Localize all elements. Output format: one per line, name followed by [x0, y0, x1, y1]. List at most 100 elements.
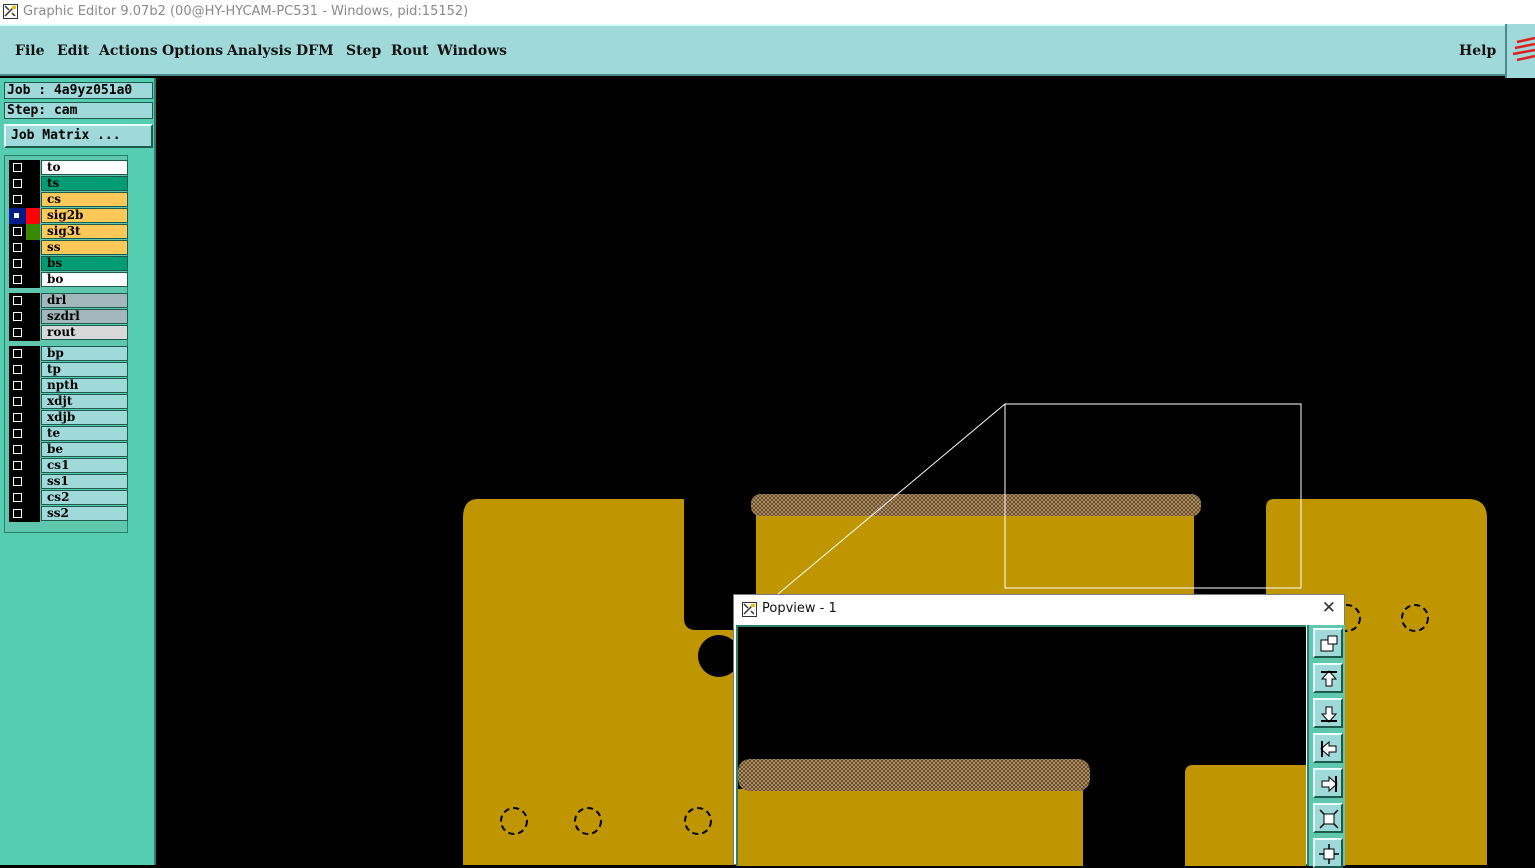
close-icon[interactable]: ✕ — [1322, 599, 1336, 617]
layer-checkbox[interactable] — [9, 474, 26, 490]
layer-row-ss[interactable]: ss — [9, 240, 129, 256]
layer-name[interactable]: bp — [41, 346, 128, 361]
popview-canvas[interactable] — [736, 625, 1306, 866]
layer-row-tp[interactable]: tp — [9, 362, 129, 378]
layer-row-sig2b[interactable]: sig2b — [9, 208, 129, 224]
layer-color-swatch[interactable] — [26, 474, 40, 490]
zoom-in-icon[interactable] — [1313, 803, 1343, 833]
layer-color-swatch[interactable] — [26, 394, 40, 410]
layer-checkbox[interactable] — [9, 325, 26, 341]
layer-row-sig3t[interactable]: sig3t — [9, 224, 129, 240]
layer-name[interactable]: cs — [41, 192, 128, 207]
layer-row-szdrl[interactable]: szdrl — [9, 309, 129, 325]
menu-dfm[interactable]: DFM — [296, 43, 334, 59]
pan-left-icon[interactable] — [1313, 733, 1343, 763]
layer-color-swatch[interactable] — [26, 256, 40, 272]
layer-color-swatch[interactable] — [26, 293, 40, 309]
layer-row-xdjb[interactable]: xdjb — [9, 410, 129, 426]
layer-row-ss2[interactable]: ss2 — [9, 506, 129, 522]
layer-name[interactable]: drl — [41, 293, 128, 308]
zoom-window-icon[interactable] — [1313, 628, 1343, 658]
layer-color-swatch[interactable] — [26, 224, 40, 240]
layer-color-swatch[interactable] — [26, 506, 40, 522]
layer-row-bo[interactable]: bo — [9, 272, 129, 288]
layer-name[interactable]: xdjb — [41, 410, 128, 425]
menu-actions[interactable]: Actions — [99, 43, 158, 59]
layer-name[interactable]: sig2b — [41, 208, 128, 223]
layer-checkbox[interactable] — [9, 176, 26, 192]
layer-name[interactable]: cs1 — [41, 458, 128, 473]
layer-name[interactable]: sig3t — [41, 224, 128, 239]
layer-row-ts[interactable]: ts — [9, 176, 129, 192]
menu-help[interactable]: Help — [1459, 43, 1496, 59]
layer-name[interactable]: bs — [41, 256, 128, 271]
layer-color-swatch[interactable] — [26, 208, 40, 224]
layer-color-swatch[interactable] — [26, 325, 40, 341]
layer-checkbox[interactable] — [9, 192, 26, 208]
layer-name[interactable]: bo — [41, 272, 128, 287]
zoom-out-icon[interactable] — [1313, 838, 1343, 868]
menu-step[interactable]: Step — [346, 43, 381, 59]
layer-color-swatch[interactable] — [26, 378, 40, 394]
layer-name[interactable]: ss — [41, 240, 128, 255]
layer-color-swatch[interactable] — [26, 272, 40, 288]
pan-up-icon[interactable] — [1313, 663, 1343, 693]
layer-color-swatch[interactable] — [26, 410, 40, 426]
layer-color-swatch[interactable] — [26, 362, 40, 378]
layer-row-te[interactable]: te — [9, 426, 129, 442]
layer-name[interactable]: ss2 — [41, 506, 128, 521]
layer-checkbox[interactable] — [9, 458, 26, 474]
layer-name[interactable]: rout — [41, 325, 128, 340]
layer-checkbox[interactable] — [9, 378, 26, 394]
layer-row-cs[interactable]: cs — [9, 192, 129, 208]
layer-checkbox[interactable] — [9, 256, 26, 272]
pan-right-icon[interactable] — [1313, 768, 1343, 798]
layer-row-rout[interactable]: rout — [9, 325, 129, 341]
layer-row-cs1[interactable]: cs1 — [9, 458, 129, 474]
layer-checkbox[interactable] — [9, 362, 26, 378]
layer-color-swatch[interactable] — [26, 490, 40, 506]
layer-row-drl[interactable]: drl — [9, 293, 129, 309]
layer-color-swatch[interactable] — [26, 176, 40, 192]
layer-name[interactable]: tp — [41, 362, 128, 377]
layer-name[interactable]: be — [41, 442, 128, 457]
menu-rout[interactable]: Rout — [391, 43, 429, 59]
menu-analysis[interactable]: Analysis — [227, 43, 292, 59]
layer-checkbox[interactable] — [9, 442, 26, 458]
layer-row-bs[interactable]: bs — [9, 256, 129, 272]
layer-color-swatch[interactable] — [26, 309, 40, 325]
layer-checkbox[interactable] — [9, 240, 26, 256]
layer-row-to[interactable]: to — [9, 160, 129, 176]
layer-color-swatch[interactable] — [26, 458, 40, 474]
menu-file[interactable]: File — [15, 43, 44, 59]
layer-row-ss1[interactable]: ss1 — [9, 474, 129, 490]
layer-name[interactable]: cs2 — [41, 490, 128, 505]
layer-row-be[interactable]: be — [9, 442, 129, 458]
layer-name[interactable]: ts — [41, 176, 128, 191]
layer-checkbox[interactable] — [9, 394, 26, 410]
layer-name[interactable]: xdjt — [41, 394, 128, 409]
layer-checkbox[interactable] — [9, 309, 26, 325]
layer-checkbox[interactable] — [9, 224, 26, 240]
layer-checkbox[interactable] — [9, 410, 26, 426]
layer-checkbox[interactable] — [9, 346, 26, 362]
layer-row-npth[interactable]: npth — [9, 378, 129, 394]
menu-edit[interactable]: Edit — [57, 43, 89, 59]
layer-name[interactable]: te — [41, 426, 128, 441]
layer-name[interactable]: ss1 — [41, 474, 128, 489]
layer-color-swatch[interactable] — [26, 160, 40, 176]
layer-checkbox[interactable] — [9, 426, 26, 442]
layer-checkbox[interactable] — [9, 208, 26, 224]
layer-color-swatch[interactable] — [26, 442, 40, 458]
layer-row-xdjt[interactable]: xdjt — [9, 394, 129, 410]
layer-name[interactable]: to — [41, 160, 128, 175]
layer-checkbox[interactable] — [9, 506, 26, 522]
menu-options[interactable]: Options — [162, 43, 223, 59]
layer-checkbox[interactable] — [9, 293, 26, 309]
layer-name[interactable]: npth — [41, 378, 128, 393]
menu-windows[interactable]: Windows — [437, 43, 507, 59]
layer-checkbox[interactable] — [9, 160, 26, 176]
layer-name[interactable]: szdrl — [41, 309, 128, 324]
layer-color-swatch[interactable] — [26, 426, 40, 442]
layer-checkbox[interactable] — [9, 272, 26, 288]
